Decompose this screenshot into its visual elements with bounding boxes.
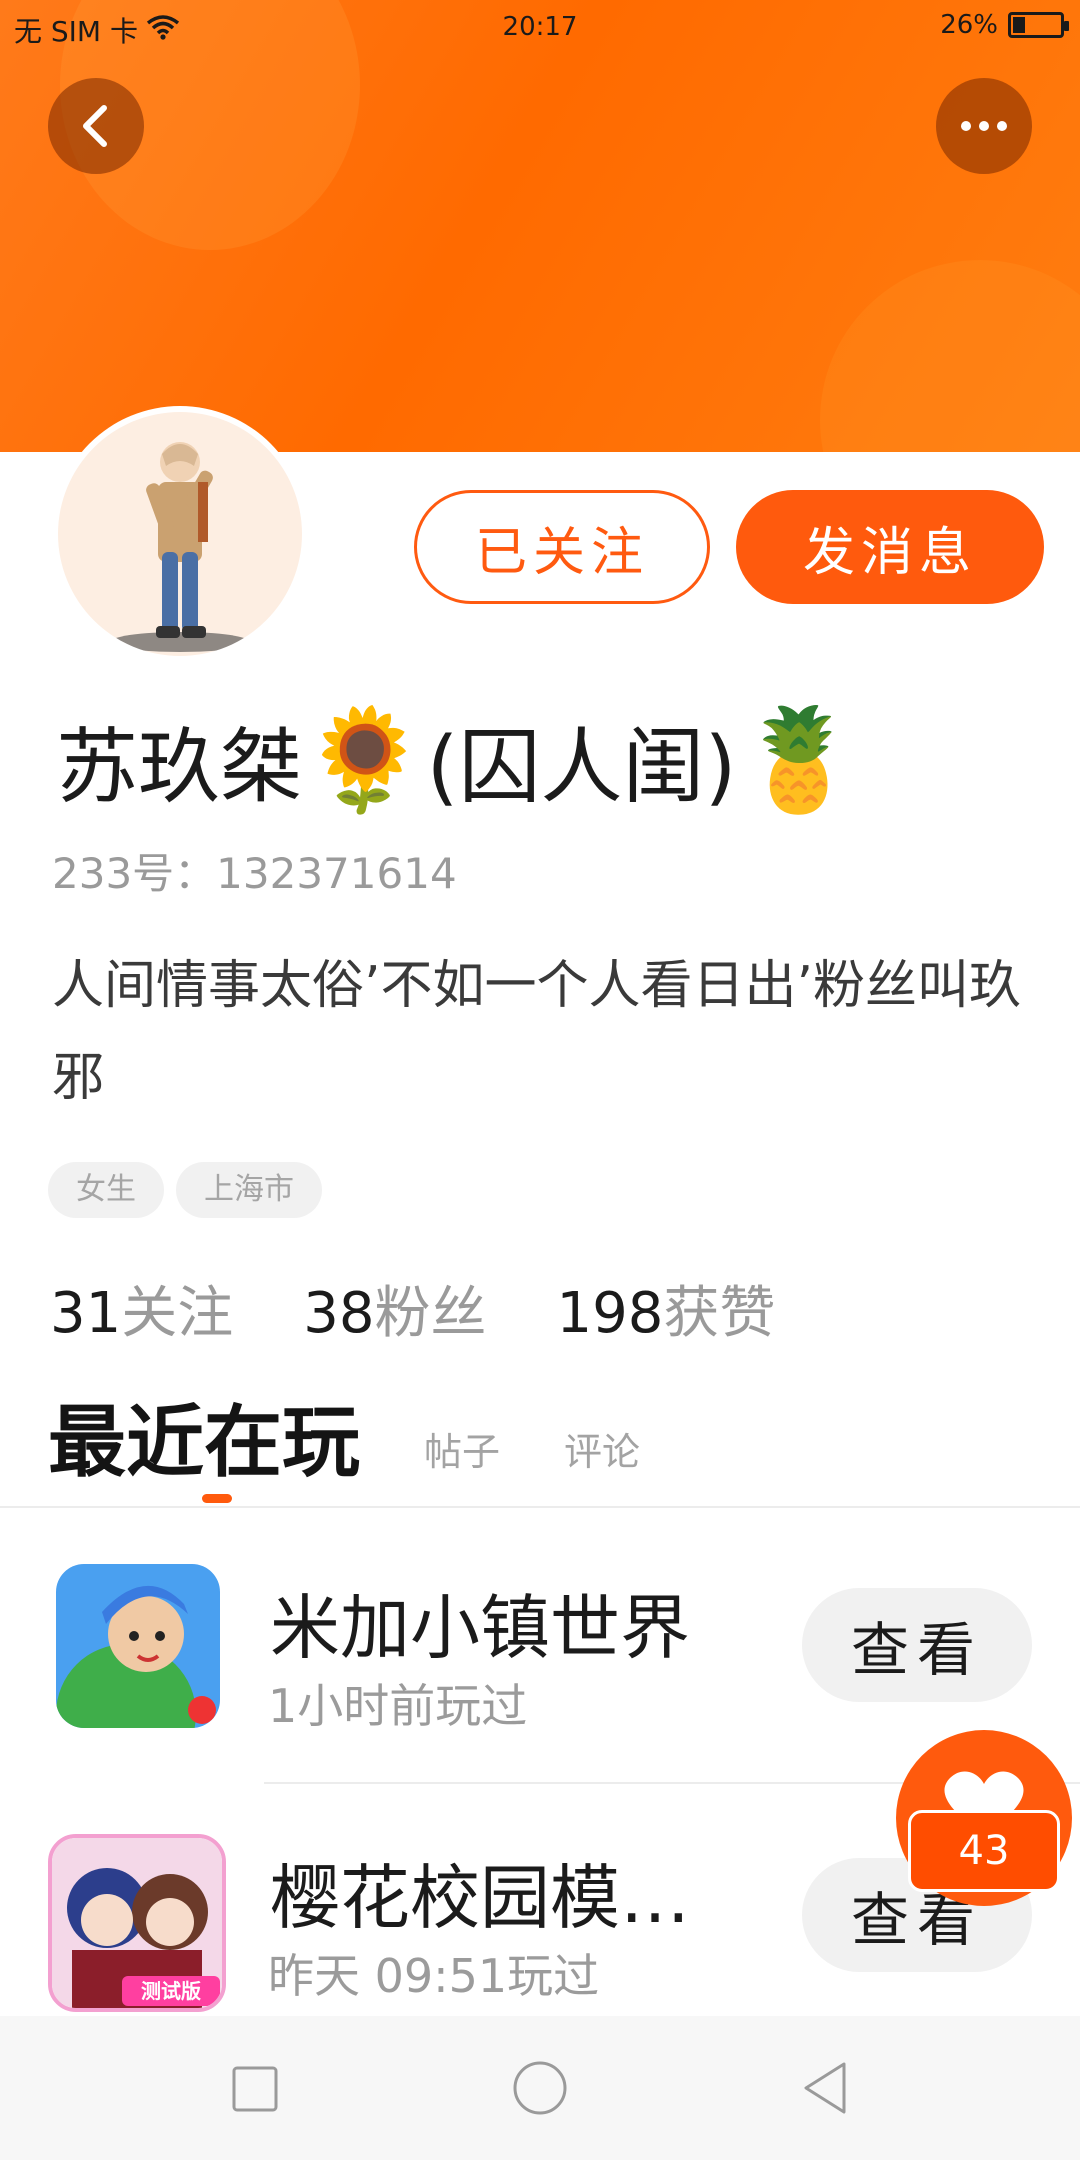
tab-comments[interactable]: 评论	[564, 1421, 640, 1492]
bio-text: 人间情事太俗’不如一个人看日出’粉丝叫玖邪	[52, 956, 1022, 1108]
banner-decoration	[820, 260, 1080, 452]
divider	[0, 1506, 1080, 1508]
likes-stat[interactable]: 198获赞	[557, 1268, 776, 1349]
system-nav-bar	[0, 2016, 1080, 2160]
user-id: 233号：132371614	[52, 849, 457, 898]
chevron-left-icon	[83, 105, 107, 147]
tab-recent-games[interactable]: 最近在玩	[48, 1380, 360, 1492]
profile-tabs: 最近在玩 帖子 评论	[48, 1380, 640, 1492]
list-item[interactable]: 米加小镇世界 1小时前玩过 查看	[0, 1520, 1080, 1780]
game-title: 米加小镇世界	[270, 1587, 690, 1669]
profile-name: 苏玖桀 🌻 (囚人闺) 🍍	[56, 700, 861, 819]
tag-location: 上海市	[176, 1162, 322, 1218]
back-button[interactable]	[48, 78, 144, 174]
send-message-button[interactable]: 发消息	[736, 490, 1044, 604]
view-button[interactable]: 查看	[802, 1588, 1032, 1702]
back-nav-icon[interactable]	[800, 2060, 850, 2116]
followed-button[interactable]: 已关注	[414, 490, 710, 604]
profile-banner	[0, 0, 1080, 452]
game-title: 樱花校园模…	[270, 1857, 690, 1939]
game-icon[interactable]	[56, 1564, 220, 1728]
name-text: 苏玖桀	[56, 720, 303, 815]
avatar-figure-icon	[110, 442, 250, 652]
avatar[interactable]	[52, 406, 308, 662]
battery-fill	[1013, 17, 1026, 33]
more-button[interactable]	[936, 78, 1032, 174]
battery-icon	[1008, 12, 1069, 38]
name-suffix: (囚人闺)	[426, 720, 737, 815]
tab-indicator	[202, 1494, 232, 1503]
test-version-badge: 测试版	[141, 1979, 201, 2003]
battery-percent: 26%	[940, 10, 998, 40]
status-bar: 无 SIM 卡 20:17 26%	[0, 0, 1080, 54]
last-played: 昨天 09:51玩过	[268, 1949, 600, 2003]
following-stat[interactable]: 31关注	[50, 1268, 233, 1349]
profile-stats: 31关注 38粉丝 198获赞	[50, 1268, 775, 1349]
sunflower-icon: 🌻	[302, 700, 427, 818]
profile-tags: 女生 上海市	[48, 1162, 322, 1218]
last-played: 1小时前玩过	[268, 1679, 528, 1733]
tag-gender: 女生	[48, 1162, 164, 1218]
recent-apps-icon[interactable]	[232, 2066, 278, 2112]
more-horizontal-icon	[961, 121, 1007, 131]
game-icon[interactable]: 测试版	[48, 1834, 226, 2012]
home-icon[interactable]	[512, 2060, 568, 2116]
fans-stat[interactable]: 38粉丝	[303, 1268, 486, 1349]
tab-posts[interactable]: 帖子	[424, 1421, 500, 1492]
like-count: 43	[908, 1810, 1060, 1892]
clock: 20:17	[502, 12, 578, 42]
pineapple-icon: 🍍	[736, 700, 862, 818]
